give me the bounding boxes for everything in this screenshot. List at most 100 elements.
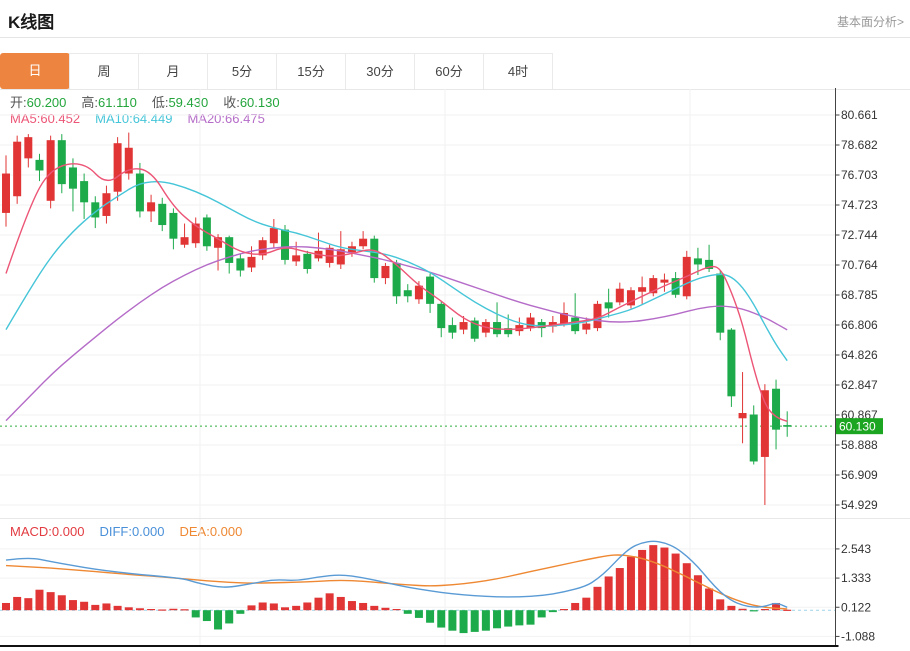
macd-bar <box>281 607 289 610</box>
candle-body <box>13 142 21 197</box>
candle-body <box>437 304 445 328</box>
macd-bar <box>571 603 579 610</box>
candle-body <box>114 143 122 191</box>
price-tick-label: 74.723 <box>841 198 878 212</box>
macd-bar <box>538 610 546 617</box>
dea-line <box>6 555 787 609</box>
candle-body <box>381 266 389 278</box>
candle-body <box>58 140 66 184</box>
candle-body <box>236 258 244 270</box>
macd-bar <box>80 602 88 610</box>
macd-bar <box>783 610 791 611</box>
macd-bar <box>404 610 412 614</box>
candle-body <box>616 289 624 303</box>
candle-body <box>404 290 412 296</box>
macd-bar <box>47 592 55 610</box>
candle-body <box>694 258 702 264</box>
macd-bar <box>270 603 278 610</box>
tab-周[interactable]: 周 <box>69 53 139 89</box>
macd-bar <box>683 563 691 610</box>
macd-bar <box>337 597 345 610</box>
macd-bar <box>672 554 680 611</box>
macd-bar <box>158 609 166 610</box>
macd-bar <box>58 595 66 610</box>
candle-body <box>772 389 780 430</box>
candle-body <box>192 224 200 244</box>
fundamental-analysis-link[interactable]: 基本面分析> <box>837 13 904 30</box>
price-tick-label: 76.703 <box>841 168 878 182</box>
candle-body <box>605 302 613 308</box>
price-tick-label: 66.806 <box>841 318 878 332</box>
candle-body <box>448 325 456 333</box>
macd-bar <box>627 557 635 611</box>
macd-tick-label: -1.088 <box>841 629 875 643</box>
price-tick-label: 70.764 <box>841 258 878 272</box>
macd-bar <box>102 603 110 610</box>
current-price-badge-text: 60.130 <box>839 420 876 434</box>
macd-bar <box>303 602 311 610</box>
macd-tick-label: 2.543 <box>841 542 871 556</box>
macd-bar <box>593 587 601 610</box>
candle-body <box>24 137 32 158</box>
tab-15分[interactable]: 15分 <box>276 53 346 89</box>
candle-body <box>660 280 668 283</box>
candle-body <box>169 213 177 239</box>
macd-bar <box>426 610 434 623</box>
candle-body <box>147 202 155 211</box>
period-tabbar: 日周月5分15分30分60分4时 <box>0 53 910 90</box>
tab-月[interactable]: 月 <box>138 53 208 89</box>
candle-body <box>136 174 144 212</box>
macd-bar <box>248 605 256 610</box>
macd-bar <box>147 609 155 610</box>
candle-body <box>750 414 758 461</box>
price-tick-label: 62.847 <box>841 378 878 392</box>
macd-bar <box>203 610 211 621</box>
macd-bar <box>370 606 378 610</box>
macd-bar <box>605 576 613 610</box>
tab-60分[interactable]: 60分 <box>414 53 484 89</box>
candle-body <box>2 174 10 213</box>
macd-bar <box>549 610 557 612</box>
candle-body <box>593 304 601 328</box>
tab-30分[interactable]: 30分 <box>345 53 415 89</box>
candle-body <box>638 287 646 292</box>
macd-bar <box>381 608 389 610</box>
macd-bar <box>460 610 468 633</box>
macd-bar <box>560 609 568 610</box>
macd-tick-label: 1.333 <box>841 571 871 585</box>
macd-bar <box>616 568 624 610</box>
macd-bar <box>114 606 122 610</box>
macd-bar <box>169 609 177 610</box>
candle-body <box>303 254 311 269</box>
macd-bar <box>739 609 747 610</box>
candle-body <box>739 413 747 418</box>
macd-bar <box>13 597 21 610</box>
macd-bar <box>24 598 32 610</box>
candle-body <box>281 230 289 260</box>
candle-body <box>426 277 434 304</box>
kline-chart-canvas[interactable]: 80.66178.68276.70374.72372.74470.76468.7… <box>0 88 910 651</box>
macd-bar <box>326 593 334 610</box>
price-tick-label: 80.661 <box>841 108 878 122</box>
macd-bar <box>761 609 769 610</box>
macd-bar <box>125 607 133 610</box>
tab-5分[interactable]: 5分 <box>207 53 277 89</box>
candle-body <box>460 322 468 330</box>
macd-bar <box>716 599 724 610</box>
macd-bar <box>192 610 200 617</box>
macd-bar <box>527 610 535 624</box>
price-tick-label: 72.744 <box>841 228 878 242</box>
macd-bar <box>705 589 713 611</box>
candle-body <box>35 160 43 171</box>
candle-body <box>359 239 367 247</box>
candle-body <box>761 390 769 457</box>
macd-bar <box>504 610 512 626</box>
macd-bar <box>649 545 657 610</box>
macd-bar <box>259 602 267 610</box>
macd-bar <box>91 605 99 610</box>
tab-日[interactable]: 日 <box>0 53 70 89</box>
candle-body <box>80 181 88 202</box>
tab-4时[interactable]: 4时 <box>483 53 553 89</box>
macd-bar <box>660 548 668 611</box>
macd-bar <box>750 610 758 611</box>
